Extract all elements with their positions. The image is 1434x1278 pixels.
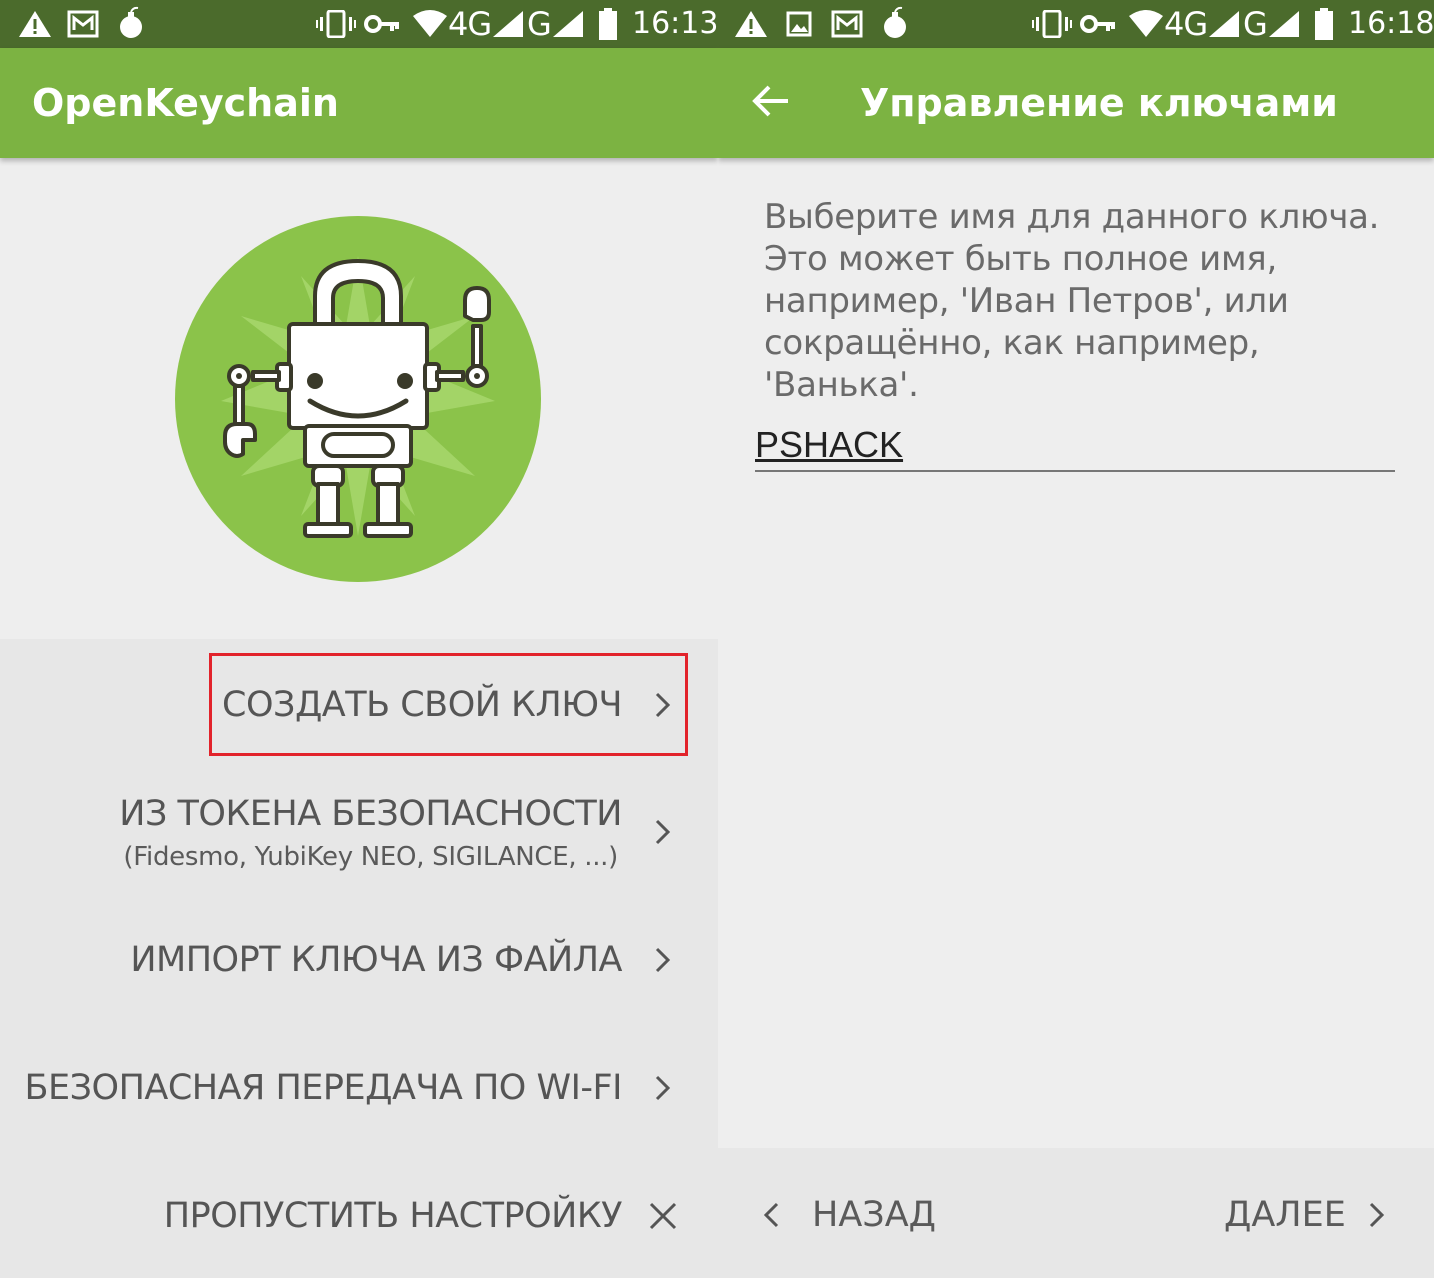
- screen-title: Управление ключами: [860, 81, 1338, 125]
- signal-icon: [1208, 10, 1240, 38]
- vpn-key-icon: [364, 10, 400, 38]
- app-bar: OpenKeychain: [0, 48, 718, 158]
- next-label: ДАЛЕЕ: [1224, 1195, 1346, 1235]
- key-name-field[interactable]: [755, 420, 1395, 472]
- battery-icon: [598, 8, 618, 40]
- security-token-sublabel: (Fidesmo, YubiKey NEO, SIGILANCE, ...): [123, 842, 618, 872]
- highlight-box: [209, 653, 688, 756]
- vibrate-icon: [316, 10, 356, 38]
- vpn-key-icon: [1080, 10, 1116, 38]
- status-bar: 4G G 16:13: [0, 0, 718, 48]
- robot-padlock-icon: [175, 216, 541, 582]
- wifi-icon: [412, 10, 448, 38]
- bomb-icon: [880, 6, 910, 40]
- chevron-left-icon: [763, 1202, 779, 1228]
- bottom-navigation: НАЗАД ДАЛЕЕ: [718, 1148, 1434, 1278]
- warning-icon: [734, 10, 768, 38]
- wifi-transfer-button[interactable]: БЕЗОПАСНАЯ ПЕРЕДАЧА ПО WI-FI: [0, 1038, 718, 1138]
- chevron-right-icon: [655, 947, 671, 973]
- network-type-label: 4G: [448, 5, 492, 43]
- vibrate-icon: [1032, 10, 1072, 38]
- status-time: 16:18: [1348, 6, 1434, 41]
- chevron-right-icon: [655, 819, 671, 845]
- import-key-label: ИМПОРТ КЛЮЧА ИЗ ФАЙЛА: [130, 940, 622, 980]
- chevron-right-icon: [655, 1075, 671, 1101]
- signal-icon: [1268, 10, 1300, 38]
- wifi-transfer-label: БЕЗОПАСНАЯ ПЕРЕДАЧА ПО WI-FI: [24, 1068, 622, 1108]
- signal-icon: [492, 10, 524, 38]
- app-title: OpenKeychain: [32, 81, 339, 125]
- bomb-icon: [116, 6, 146, 40]
- name-description: Выберите имя для данного ключа. Это може…: [764, 197, 1380, 405]
- skip-setup-label: ПРОПУСТИТЬ НАСТРОЙКУ: [163, 1196, 623, 1236]
- security-token-button[interactable]: ИЗ ТОКЕНА БЕЗОПАСНОСТИ (Fidesmo, YubiKey…: [0, 780, 718, 890]
- left-screen: 4G G 16:13 OpenKeychain СОЗДАТЬ СВОЙ КЛЮ…: [0, 0, 718, 1278]
- next-button[interactable]: ДАЛЕЕ: [1208, 1168, 1414, 1258]
- battery-icon: [1314, 8, 1334, 40]
- network-type-label: G: [527, 5, 552, 43]
- signal-icon: [552, 10, 584, 38]
- chevron-right-icon: [1369, 1202, 1385, 1228]
- import-key-button[interactable]: ИМПОРТ КЛЮЧА ИЗ ФАЙЛА: [0, 910, 718, 1010]
- security-token-label: ИЗ ТОКЕНА БЕЗОПАСНОСТИ: [119, 794, 622, 834]
- arrow-back-icon[interactable]: [752, 84, 790, 118]
- status-time: 16:13: [632, 6, 718, 41]
- warning-icon: [18, 10, 52, 38]
- app-bar: Управление ключами: [718, 48, 1434, 158]
- back-button[interactable]: НАЗАД: [748, 1168, 978, 1258]
- network-type-label: G: [1243, 5, 1268, 43]
- status-bar: 4G G 16:18: [718, 0, 1434, 48]
- logo-area: [0, 158, 718, 639]
- image-icon: [786, 10, 812, 38]
- wifi-icon: [1128, 10, 1164, 38]
- close-icon: [649, 1202, 677, 1230]
- right-screen: 4G G 16:18 Управление ключами Выберите и…: [718, 0, 1434, 1278]
- skip-setup-button[interactable]: ПРОПУСТИТЬ НАСТРОЙКУ: [0, 1166, 718, 1266]
- network-type-label: 4G: [1164, 5, 1208, 43]
- email-icon: [830, 10, 864, 38]
- back-label: НАЗАД: [812, 1195, 936, 1235]
- email-icon: [66, 10, 100, 38]
